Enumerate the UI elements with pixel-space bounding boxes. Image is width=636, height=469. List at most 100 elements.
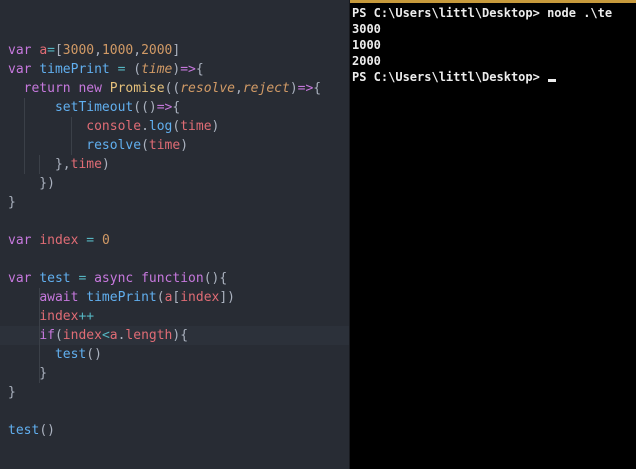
code-token: ) bbox=[180, 138, 189, 153]
code-token: { bbox=[180, 328, 189, 343]
code-line-text: await timePrint(a[index]) bbox=[8, 288, 235, 307]
code-token: 3000 bbox=[62, 43, 95, 58]
code-token: = bbox=[109, 62, 134, 77]
code-token: test bbox=[8, 423, 40, 438]
code-line[interactable]: test() bbox=[0, 345, 350, 364]
code-line[interactable] bbox=[0, 3, 350, 22]
code-line-text: var test = async function(){ bbox=[8, 269, 227, 288]
terminal-line-text: 2000 bbox=[352, 54, 381, 68]
code-line[interactable]: await timePrint(a[index]) bbox=[0, 288, 350, 307]
terminal-cursor bbox=[548, 79, 557, 82]
code-line-text: } bbox=[8, 364, 47, 383]
code-token: Promise bbox=[109, 81, 165, 96]
code-token: setTimeout bbox=[54, 100, 134, 115]
code-token: , bbox=[235, 81, 243, 96]
code-token: ( bbox=[133, 62, 142, 77]
code-token: time bbox=[141, 62, 173, 77]
code-token: index bbox=[62, 328, 102, 343]
code-token: index bbox=[39, 233, 79, 248]
code-token: time bbox=[70, 157, 102, 172]
code-line[interactable]: return new Promise((resolve,reject)=>{ bbox=[0, 79, 350, 98]
code-line[interactable]: var test = async function(){ bbox=[0, 269, 350, 288]
terminal-line-text: PS C:\Users\littl\Desktop> bbox=[352, 70, 548, 84]
code-line-text: var a=[3000,1000,2000] bbox=[8, 41, 180, 60]
code-token: new bbox=[78, 81, 110, 96]
terminal-panel[interactable]: PS C:\Users\littl\Desktop> node .\te 3000… bbox=[350, 3, 636, 469]
code-editor[interactable]: var a=[3000,1000,2000] var timePrint = (t… bbox=[0, 0, 350, 469]
code-line-text: var timePrint = (time)=>{ bbox=[8, 60, 204, 79]
code-token: { bbox=[172, 100, 181, 115]
code-token: } bbox=[8, 195, 16, 210]
code-token: => bbox=[180, 62, 196, 77]
code-token: ( bbox=[54, 328, 63, 343]
code-line[interactable]: var timePrint = (time)=>{ bbox=[0, 60, 350, 79]
code-token: index bbox=[180, 290, 220, 305]
terminal-line-text: PS C:\Users\littl\Desktop> node .\te bbox=[352, 6, 613, 20]
code-token: console bbox=[86, 119, 142, 134]
code-line[interactable]: test() bbox=[0, 421, 350, 440]
code-token: length bbox=[125, 328, 173, 343]
code-line[interactable]: } bbox=[0, 364, 350, 383]
code-line[interactable] bbox=[0, 402, 350, 421]
code-line[interactable]: var index = 0 bbox=[0, 231, 350, 250]
code-token: resolve bbox=[180, 81, 236, 96]
code-token: (( bbox=[164, 81, 181, 96]
indent-guide bbox=[23, 98, 25, 174]
code-token: { bbox=[195, 62, 204, 77]
code-line-text: index++ bbox=[8, 307, 94, 326]
code-line[interactable]: }) bbox=[0, 174, 350, 193]
code-token: resolve bbox=[86, 138, 142, 153]
code-line[interactable]: setTimeout(()=>{ bbox=[0, 98, 350, 117]
code-token: [ bbox=[54, 43, 63, 58]
code-line[interactable]: if(index<a.length){ bbox=[0, 326, 350, 345]
code-token: return bbox=[8, 81, 79, 96]
code-line[interactable]: } bbox=[0, 383, 350, 402]
code-token: } bbox=[8, 385, 16, 400]
code-token: = bbox=[70, 271, 95, 286]
terminal-prompt-line: PS C:\Users\littl\Desktop> bbox=[352, 69, 557, 85]
code-token: ( bbox=[156, 290, 165, 305]
code-line[interactable]: resolve(time) bbox=[0, 136, 350, 155]
code-line[interactable]: index++ bbox=[0, 307, 350, 326]
code-token: = bbox=[78, 233, 102, 248]
code-line-text: test() bbox=[8, 345, 102, 364]
code-line-text: } bbox=[8, 383, 16, 402]
code-token: (() bbox=[133, 100, 157, 115]
code-line[interactable] bbox=[0, 212, 350, 231]
terminal-line: 2000 bbox=[352, 53, 381, 69]
code-line[interactable]: console.log(time) bbox=[0, 117, 350, 136]
code-token: log bbox=[148, 119, 173, 134]
code-line-text: test() bbox=[8, 421, 55, 440]
indent-guide bbox=[39, 288, 41, 383]
code-token: 0 bbox=[101, 233, 110, 248]
code-line-text: var index = 0 bbox=[8, 231, 110, 250]
code-line[interactable] bbox=[0, 250, 350, 269]
code-token: a bbox=[109, 328, 118, 343]
code-line[interactable] bbox=[0, 22, 350, 41]
code-line[interactable]: } bbox=[0, 193, 350, 212]
terminal-line-text: 1000 bbox=[352, 38, 381, 52]
code-line-text: }) bbox=[8, 174, 55, 193]
indent-guide bbox=[39, 155, 41, 174]
terminal-line-text: 3000 bbox=[352, 22, 381, 36]
code-token: , bbox=[94, 43, 102, 58]
code-token: a bbox=[39, 43, 48, 58]
code-token: timePrint bbox=[86, 290, 157, 305]
code-token: timePrint bbox=[39, 62, 110, 77]
code-token: } bbox=[8, 366, 48, 381]
code-line[interactable]: var a=[3000,1000,2000] bbox=[0, 41, 350, 60]
code-token: test bbox=[54, 347, 87, 362]
code-line[interactable]: },time) bbox=[0, 155, 350, 174]
code-token: var bbox=[8, 43, 40, 58]
code-line-text: resolve(time) bbox=[8, 136, 188, 155]
code-token: var bbox=[8, 62, 40, 77]
code-token: await bbox=[39, 290, 87, 305]
code-token: function bbox=[141, 271, 204, 286]
code-token: }) bbox=[8, 176, 55, 191]
code-token: ++ bbox=[78, 309, 95, 324]
code-token: time bbox=[180, 119, 212, 134]
